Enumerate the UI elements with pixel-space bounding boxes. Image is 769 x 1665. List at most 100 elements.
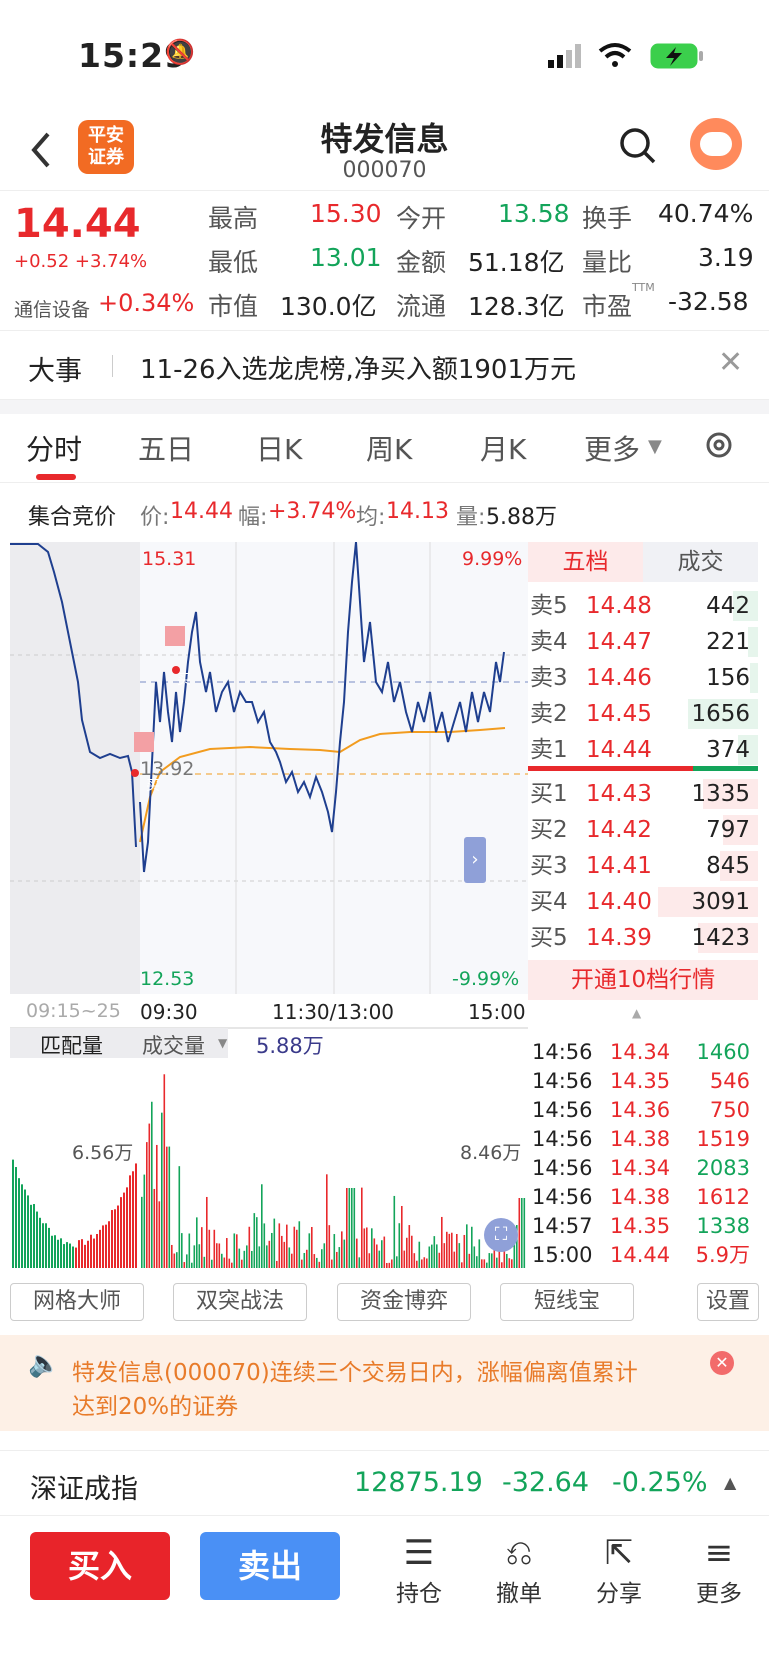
field-label: 最低 — [208, 248, 259, 277]
volume-bar — [523, 1198, 526, 1268]
bid-row[interactable]: 买1 14.43 1335 — [528, 776, 758, 812]
chart-top-pct: 9.99% — [462, 548, 523, 570]
vol-left-max: 6.56万 — [72, 1142, 134, 1164]
info-vol-label: 量: — [456, 505, 486, 530]
volume-bar — [24, 1189, 26, 1268]
field-amount: 51.18亿 — [468, 248, 565, 277]
bid-row[interactable]: 买4 14.40 3091 — [528, 884, 758, 920]
tick-qty: 750 — [709, 1098, 750, 1122]
volume-bar — [496, 1257, 498, 1268]
bid-qty: 3091 — [691, 889, 750, 915]
volume-bar — [403, 1250, 406, 1268]
ask-row[interactable]: 卖4 14.47 221 — [528, 624, 758, 660]
volume-bar — [431, 1244, 433, 1268]
share-button[interactable]: ⇱ 分享 — [584, 1532, 654, 1608]
gear-icon[interactable] — [702, 428, 736, 462]
bottom-bar: 买入 卖出 ☰ 持仓 ⎌ 撤单 ⇱ 分享 ≡ 更多 — [0, 1515, 769, 1665]
ask-label: 卖2 — [530, 701, 568, 727]
close-icon[interactable]: ✕ — [718, 345, 743, 380]
volume-bar — [426, 1258, 428, 1268]
volume-bar — [191, 1262, 193, 1268]
index-value: 12875.19 — [354, 1467, 483, 1498]
assistant-avatar[interactable] — [690, 118, 742, 170]
tab-weekly[interactable]: 周K — [366, 428, 412, 468]
volume-bar — [143, 1174, 146, 1268]
bid-row[interactable]: 买5 14.39 1423 — [528, 920, 758, 956]
tool-double-breakout[interactable]: 双突战法 — [173, 1283, 307, 1321]
more-button[interactable]: ≡ 更多 — [684, 1532, 754, 1608]
buy-button[interactable]: 买入 — [30, 1532, 170, 1600]
volume-bar — [483, 1259, 486, 1268]
volume-bar — [228, 1258, 231, 1268]
separator — [0, 400, 769, 414]
volume-bar — [84, 1244, 86, 1268]
volume-bar — [126, 1187, 128, 1268]
tool-settings[interactable]: 设置 — [697, 1283, 759, 1321]
upgrade-level10[interactable]: 开通10档行情 — [528, 960, 758, 1000]
tick-row: 14:56 14.38 1612 — [528, 1183, 758, 1212]
index-name: 深证成指 — [30, 1474, 138, 1505]
volume-label[interactable]: 成交量 — [142, 1030, 205, 1060]
ask-row[interactable]: 卖2 14.45 1656 — [528, 696, 758, 732]
ask-label: 卖1 — [530, 737, 568, 763]
volume-bar — [478, 1239, 481, 1268]
chevron-up-icon[interactable]: ▲ — [724, 1473, 736, 1492]
volume-bar — [406, 1237, 408, 1268]
volume-bar — [120, 1197, 122, 1268]
volume-bar — [338, 1247, 341, 1268]
field-float-cap: 128.3亿 — [468, 292, 565, 321]
tool-short-line[interactable]: 短线宝 — [500, 1283, 634, 1321]
bid-row[interactable]: 买3 14.41 845 — [528, 848, 758, 884]
volume-bar — [206, 1196, 208, 1268]
volume-bar — [518, 1198, 521, 1268]
volume-bar — [27, 1195, 29, 1268]
volume-bar — [132, 1171, 134, 1268]
volume-bar — [303, 1252, 306, 1268]
ask-row[interactable]: 卖3 14.46 156 — [528, 660, 758, 696]
bid-row[interactable]: 买2 14.42 797 — [528, 812, 758, 848]
cancel-order-button[interactable]: ⎌ 撤单 — [484, 1532, 554, 1608]
vol-right-max: 8.46万 — [460, 1142, 522, 1164]
tab-five-day[interactable]: 五日 — [138, 428, 194, 468]
volume-bar — [291, 1253, 293, 1268]
volume-bar — [481, 1259, 483, 1268]
volume-bar — [173, 1253, 176, 1268]
chevron-up-icon[interactable]: ▲ — [632, 1006, 641, 1020]
tab-daily[interactable]: 日K — [256, 428, 302, 468]
volume-bar — [108, 1221, 110, 1268]
tab-monthly[interactable]: 月K — [480, 428, 526, 468]
fullscreen-icon[interactable]: ⛶ — [484, 1218, 518, 1252]
volume-bar — [60, 1238, 62, 1268]
volume-bar — [102, 1225, 104, 1268]
field-label: 量比 — [582, 248, 633, 277]
volume-bar — [21, 1184, 23, 1268]
ask-label: 卖3 — [530, 665, 568, 691]
sell-button[interactable]: 卖出 — [200, 1532, 340, 1600]
ask-row[interactable]: 卖5 14.48 442 — [528, 588, 758, 624]
volume-bar — [72, 1246, 74, 1268]
tab-more[interactable]: 更多 — [584, 428, 640, 468]
volume-bar — [348, 1188, 351, 1268]
tab-five-levels[interactable]: 五档 — [528, 542, 643, 582]
news-banner[interactable]: 大事 11-26入选龙虎榜,净买入额1901万元 ✕ — [0, 330, 769, 400]
tool-capital-game[interactable]: 资金博弈 — [337, 1283, 471, 1321]
tab-trades[interactable]: 成交 — [643, 542, 758, 582]
tab-intraday[interactable]: 分时 — [26, 428, 82, 468]
volume-bar — [218, 1243, 221, 1268]
volume-bar — [87, 1240, 89, 1268]
search-icon[interactable] — [618, 126, 658, 166]
ask-price: 14.44 — [586, 737, 652, 763]
volume-bar — [381, 1240, 383, 1268]
volume-bar — [263, 1223, 266, 1268]
tool-grid-master[interactable]: 网格大师 — [10, 1283, 144, 1321]
volume-bar — [368, 1253, 371, 1268]
ask-row[interactable]: 卖1 14.44 374 — [528, 732, 758, 768]
index-bar[interactable]: 深证成指 12875.19 -32.64 -0.25% ▲ — [0, 1450, 769, 1515]
tick-time: 14:56 — [532, 1069, 593, 1093]
volume-bar — [141, 1196, 143, 1268]
mute-icon: 🔕 — [165, 38, 195, 66]
positions-button[interactable]: ☰ 持仓 — [384, 1532, 454, 1608]
sector-name: 通信设备 — [14, 299, 91, 321]
volume-bar — [153, 1188, 156, 1268]
close-icon[interactable]: ✕ — [710, 1351, 734, 1375]
